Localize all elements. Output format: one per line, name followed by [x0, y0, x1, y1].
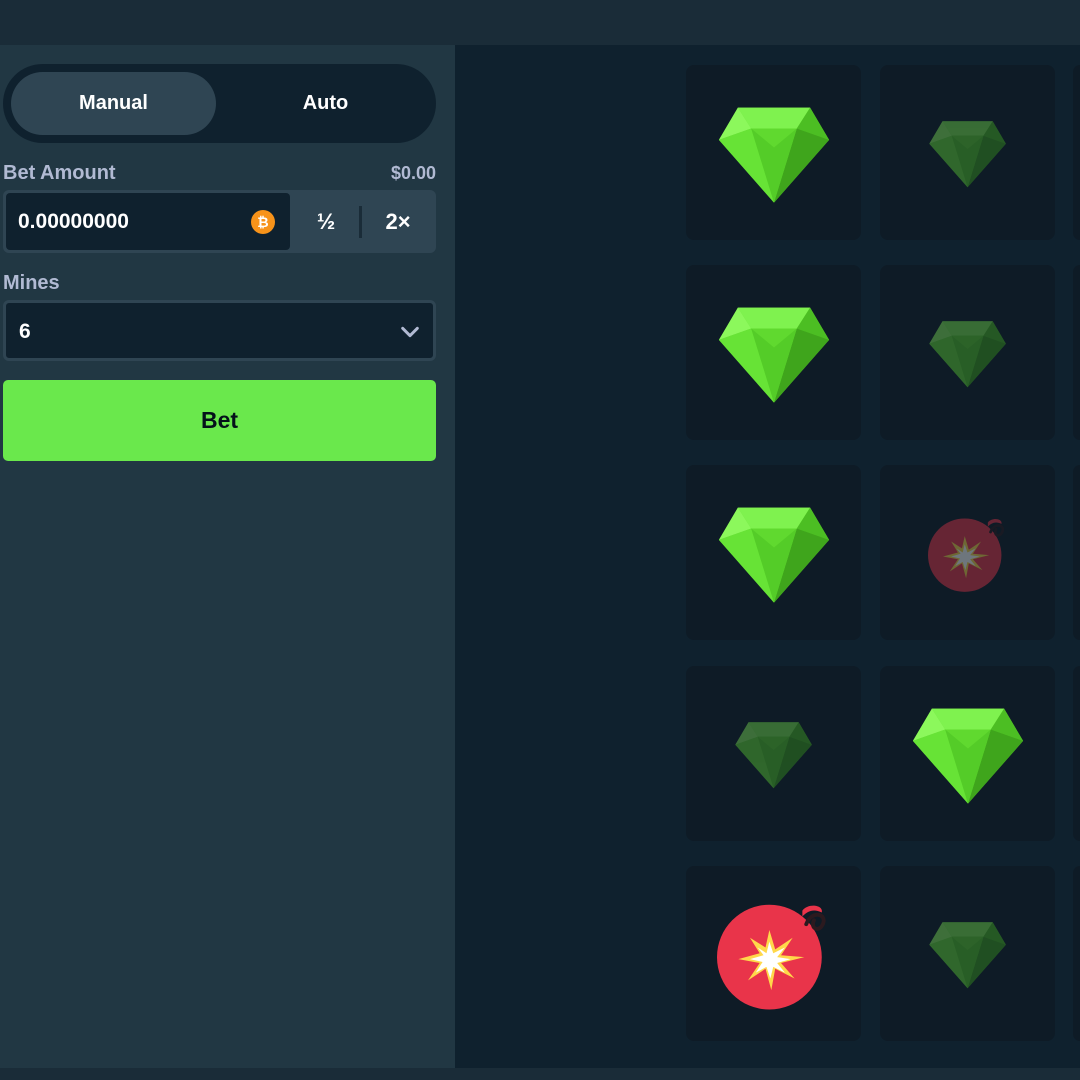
gem-icon — [911, 701, 1025, 806]
board-tile[interactable] — [686, 465, 861, 640]
bet-button[interactable]: Bet — [3, 380, 436, 461]
board-tile[interactable] — [686, 265, 861, 440]
bet-amount-label: Bet Amount — [3, 161, 116, 184]
mines-label: Mines — [3, 271, 60, 294]
svg-text:₿: ₿ — [257, 214, 268, 230]
half-bet-button[interactable]: ½ — [291, 190, 361, 253]
top-bar — [0, 0, 1080, 45]
gem-icon — [717, 500, 831, 605]
board-tile[interactable] — [880, 666, 1055, 841]
board-tile[interactable] — [686, 866, 861, 1041]
board-tile[interactable] — [1073, 666, 1080, 841]
board-tile[interactable] — [686, 666, 861, 841]
board-tile[interactable] — [1073, 265, 1080, 440]
mines-selected-value: 6 — [19, 320, 31, 343]
gem-icon — [928, 917, 1007, 990]
gem-icon — [928, 116, 1007, 189]
gem-icon — [717, 100, 831, 205]
gem-icon — [928, 316, 1007, 389]
bet-amount-label-row: Bet Amount $0.00 — [3, 160, 436, 186]
mines-label-row: Mines — [3, 270, 436, 296]
tab-auto[interactable]: Auto — [223, 72, 428, 135]
board-tile[interactable] — [1073, 866, 1080, 1041]
board-tile[interactable] — [686, 65, 861, 240]
board-tile[interactable] — [1073, 65, 1080, 240]
chevron-down-icon — [401, 326, 419, 338]
gem-icon — [717, 300, 831, 405]
double-bet-button[interactable]: 2× — [363, 190, 433, 253]
mines-select[interactable]: 6 — [3, 300, 436, 361]
board-tile[interactable] — [880, 465, 1055, 640]
mine-icon — [928, 513, 1007, 592]
tab-manual[interactable]: Manual — [11, 72, 216, 135]
bottom-bar — [0, 1068, 1080, 1080]
bitcoin-icon: ₿ — [251, 210, 275, 234]
board-tile[interactable] — [880, 265, 1055, 440]
bet-amount-input[interactable] — [6, 193, 236, 250]
bet-amount-usd: $0.00 — [390, 162, 436, 183]
board-tile[interactable] — [880, 65, 1055, 240]
gem-icon — [734, 717, 813, 790]
board-tile[interactable] — [880, 866, 1055, 1041]
bet-amount-input-box: ₿ — [6, 193, 290, 250]
mode-toggle: Manual Auto — [3, 64, 436, 143]
mine-icon — [717, 897, 830, 1010]
board-tile[interactable] — [1073, 465, 1080, 640]
bet-amount-group: ₿ ½ 2× — [3, 190, 436, 253]
button-divider — [359, 206, 362, 238]
